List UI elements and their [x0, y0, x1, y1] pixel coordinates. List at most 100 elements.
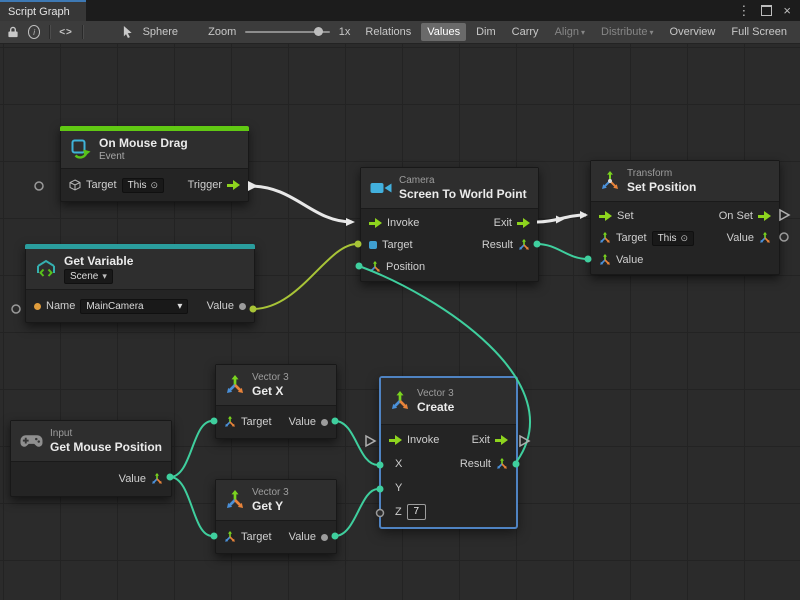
flow-out-port[interactable]: [227, 180, 240, 190]
port-value-out-label: Value: [727, 232, 754, 244]
node-title: Create: [417, 400, 454, 414]
node-get-x[interactable]: Vector 3 Get X Target Value: [215, 364, 337, 439]
maximize-icon[interactable]: [761, 5, 772, 16]
close-icon[interactable]: ×: [783, 3, 791, 18]
wire-result-to-value[interactable]: [534, 241, 592, 263]
wire-exit-to-set[interactable]: [537, 211, 588, 224]
node-title: Screen To World Point: [399, 187, 527, 201]
port-trigger-label: Trigger: [188, 179, 222, 191]
camera-type-port-icon[interactable]: [369, 241, 377, 249]
port-invoke-label: Invoke: [407, 434, 439, 446]
vector3-icon: [225, 375, 245, 395]
flow-out-port[interactable]: [495, 435, 508, 445]
flow-in-port[interactable]: [369, 218, 382, 228]
port-value-label: Value: [207, 300, 234, 312]
chevron-down-icon: ▾: [581, 28, 585, 37]
this-object-chip[interactable]: This ⊙: [122, 178, 164, 193]
object-picker-icon[interactable]: ⊙: [150, 180, 158, 191]
flow-in-port[interactable]: [389, 435, 402, 445]
zoom-slider-knob[interactable]: [314, 27, 323, 36]
vector3-port-icon[interactable]: [518, 239, 530, 251]
gameobject-cube-icon: [69, 179, 81, 191]
float-port-icon[interactable]: [321, 419, 328, 426]
flow-out-port[interactable]: [758, 211, 771, 221]
lock-icon[interactable]: [7, 26, 19, 38]
window-menu-icon[interactable]: ⋮: [737, 3, 750, 19]
zoom-slider[interactable]: [245, 31, 330, 33]
vector3-port-icon[interactable]: [224, 531, 236, 543]
wire-mouse-to-getx-target[interactable]: [167, 418, 218, 481]
node-get-y[interactable]: Vector 3 Get Y Target Value: [215, 479, 337, 554]
node-title: Get X: [252, 384, 289, 398]
code-view-icon[interactable]: <>: [59, 27, 73, 38]
distribute-button[interactable]: Distribute▾: [595, 23, 659, 41]
node-category: Vector 3: [252, 372, 289, 383]
unconnected-flow-marker[interactable]: [366, 436, 375, 446]
vector3-port-icon[interactable]: [496, 458, 508, 470]
variable-name-dropdown[interactable]: MainCamera ▾: [80, 299, 188, 314]
string-port-icon[interactable]: [34, 303, 41, 310]
unconnected-flow-marker[interactable]: [520, 436, 529, 446]
flow-out-port[interactable]: [517, 218, 530, 228]
port-position-label: Position: [386, 261, 425, 273]
port-result-label: Result: [460, 458, 491, 470]
relations-button[interactable]: Relations: [359, 23, 417, 41]
graph-canvas[interactable]: On Mouse Drag Event Target This ⊙ Trigge…: [0, 44, 800, 600]
wire-mouse-to-gety-target[interactable]: [170, 477, 218, 540]
wire-variable-to-target[interactable]: [250, 241, 362, 313]
node-on-mouse-drag[interactable]: On Mouse Drag Event Target This ⊙ Trigge…: [60, 126, 249, 202]
toolbar-separator: [49, 25, 50, 39]
object-picker-icon[interactable]: ⊙: [680, 233, 688, 244]
info-icon[interactable]: i: [28, 25, 40, 39]
chevron-down-icon: ▾: [102, 271, 107, 282]
node-get-variable[interactable]: Get Variable Scene ▾ Name MainCamera ▾: [25, 244, 255, 323]
node-screen-to-world-point[interactable]: Camera Screen To World Point Invoke Exit…: [360, 167, 539, 282]
port-target-label: Target: [616, 232, 647, 244]
node-vector3-create[interactable]: Vector 3 Create Invoke Exit X: [380, 377, 517, 528]
target-object-label[interactable]: Sphere: [143, 26, 178, 38]
values-button[interactable]: Values: [421, 23, 466, 41]
node-category: Vector 3: [252, 487, 289, 498]
port-value-in-label: Value: [616, 254, 643, 266]
unconnected-port-marker[interactable]: [780, 233, 788, 241]
transform-port-icon[interactable]: [599, 232, 611, 244]
port-target-label: Target: [241, 416, 272, 428]
wire-getx-to-create-x[interactable]: [332, 418, 384, 469]
vector3-port-icon[interactable]: [224, 416, 236, 428]
variable-scope-dropdown[interactable]: Scene ▾: [64, 269, 113, 284]
gamepad-icon: [20, 434, 43, 448]
dim-button[interactable]: Dim: [470, 23, 502, 41]
this-object-chip[interactable]: This ⊙: [652, 231, 694, 246]
node-get-mouse-position[interactable]: Input Get Mouse Position Value: [10, 420, 172, 497]
vector3-port-icon[interactable]: [369, 261, 381, 273]
node-category: Vector 3: [417, 388, 454, 399]
unconnected-flow-marker[interactable]: [780, 210, 789, 220]
graph-toolbar: i <> Sphere Zoom 1x Relations Values Dim…: [0, 21, 800, 44]
object-port-icon[interactable]: [239, 303, 246, 310]
port-x-label: X: [395, 458, 402, 470]
full-screen-button[interactable]: Full Screen: [725, 23, 793, 41]
zoom-label: Zoom: [208, 26, 236, 38]
vector3-port-icon[interactable]: [599, 254, 611, 266]
node-category: Camera: [399, 175, 527, 186]
unconnected-port-marker[interactable]: [35, 182, 43, 190]
port-set-label: Set: [617, 210, 634, 222]
port-on-set-label: On Set: [719, 210, 753, 222]
flow-in-port[interactable]: [599, 211, 612, 221]
align-button[interactable]: Align▾: [549, 23, 591, 41]
overview-button[interactable]: Overview: [664, 23, 722, 41]
node-set-position[interactable]: Transform Set Position Set On Set Target: [590, 160, 780, 275]
transform-icon: [600, 171, 620, 191]
vector3-port-icon[interactable]: [151, 473, 163, 485]
carry-button[interactable]: Carry: [506, 23, 545, 41]
float-port-icon[interactable]: [321, 534, 328, 541]
vector3-port-icon[interactable]: [759, 232, 771, 244]
unconnected-port-marker[interactable]: [12, 305, 20, 313]
port-exit-label: Exit: [472, 434, 490, 446]
node-category: Transform: [627, 168, 696, 179]
wire-gety-to-create-y[interactable]: [332, 486, 384, 540]
z-value-input[interactable]: 7: [407, 504, 426, 520]
wire-trigger-to-invoke[interactable]: [248, 181, 355, 226]
tab-script-graph[interactable]: Script Graph: [0, 0, 86, 21]
node-title: Get Y: [252, 499, 289, 513]
